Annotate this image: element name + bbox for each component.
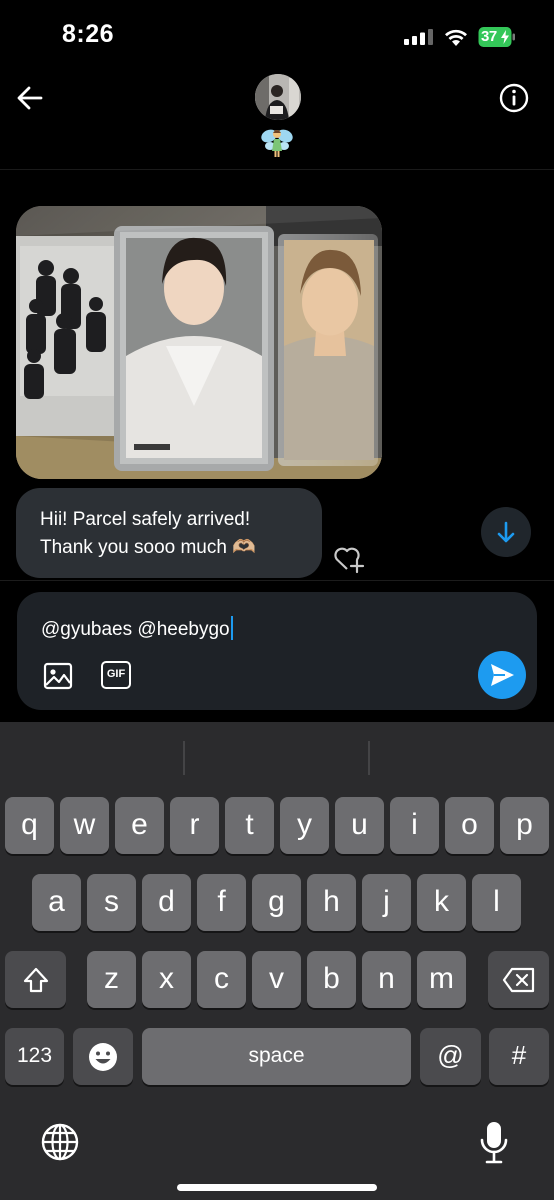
backspace-key[interactable] (488, 951, 549, 1008)
battery-level: 37 (481, 28, 497, 45)
key-w[interactable]: w (60, 797, 109, 854)
send-button[interactable] (478, 651, 526, 699)
key-d[interactable]: d (142, 874, 191, 931)
globe-icon[interactable] (40, 1122, 80, 1162)
key-x[interactable]: x (142, 951, 191, 1008)
avatar[interactable] (255, 74, 301, 120)
emoji-icon (89, 1042, 117, 1071)
message-text-line-2: Thank you sooo much 🫶🏼 (40, 537, 256, 558)
key-e[interactable]: e (115, 797, 164, 854)
key-m[interactable]: m (417, 951, 466, 1008)
info-icon[interactable] (498, 82, 530, 114)
photo-message[interactable] (16, 206, 382, 479)
home-indicator (177, 1184, 377, 1191)
message-composer[interactable] (17, 592, 537, 710)
key-u[interactable]: u (335, 797, 384, 854)
key-r[interactable]: r (170, 797, 219, 854)
shift-key[interactable] (5, 951, 66, 1008)
shift-icon (23, 967, 48, 992)
space-key[interactable]: space (142, 1028, 411, 1085)
key-c[interactable]: c (197, 951, 246, 1008)
backspace-icon (502, 967, 534, 992)
fairy-emoji-icon (261, 129, 293, 157)
message-input-value: @gyubaes @heebygo (41, 619, 230, 640)
numbers-key[interactable]: 123 (5, 1028, 64, 1085)
gif-button[interactable]: GIF (101, 661, 131, 689)
prediction-divider (368, 741, 370, 775)
key-i[interactable]: i (390, 797, 439, 854)
status-time: 8:26 (62, 20, 115, 48)
cellular-signal-icon (404, 29, 433, 45)
composer-divider (0, 580, 554, 581)
key-j[interactable]: j (362, 874, 411, 931)
key-v[interactable]: v (252, 951, 301, 1008)
key-h[interactable]: h (307, 874, 356, 931)
message-text-line-1: Hii! Parcel safely arrived! (40, 509, 251, 530)
key-z[interactable]: z (87, 951, 136, 1008)
key-y[interactable]: y (280, 797, 329, 854)
gif-label: GIF (106, 668, 126, 680)
at-key[interactable]: @ (420, 1028, 481, 1085)
key-p[interactable]: p (500, 797, 549, 854)
hash-key[interactable]: # (489, 1028, 549, 1085)
message-text: Hii! Parcel safely arrived! Thank you so… (40, 506, 310, 562)
battery-icon: 37 (478, 26, 516, 48)
key-n[interactable]: n (362, 951, 411, 1008)
key-s[interactable]: s (87, 874, 136, 931)
microphone-icon[interactable] (479, 1120, 509, 1166)
message-input[interactable]: @gyubaes @heebygo (41, 616, 233, 641)
image-icon[interactable] (42, 660, 74, 692)
key-a[interactable]: a (32, 874, 81, 931)
arrow-down-icon (497, 521, 515, 543)
prediction-divider (183, 741, 185, 775)
charging-bolt-icon (501, 30, 509, 44)
key-q[interactable]: q (5, 797, 54, 854)
scroll-to-bottom-button[interactable] (481, 507, 531, 557)
send-icon (491, 664, 514, 686)
emoji-key[interactable] (73, 1028, 133, 1085)
add-reaction-heart-icon[interactable] (332, 542, 366, 574)
key-f[interactable]: f (197, 874, 246, 931)
text-caret (230, 616, 233, 640)
key-b[interactable]: b (307, 951, 356, 1008)
key-l[interactable]: l (472, 874, 521, 931)
key-g[interactable]: g (252, 874, 301, 931)
key-k[interactable]: k (417, 874, 466, 931)
key-t[interactable]: t (225, 797, 274, 854)
key-o[interactable]: o (445, 797, 494, 854)
wifi-icon (445, 29, 467, 46)
back-arrow-button[interactable] (14, 82, 46, 114)
